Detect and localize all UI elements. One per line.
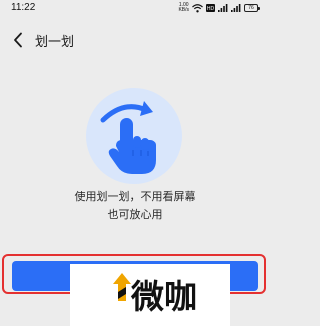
network-speed: 1.00 KB/s xyxy=(178,3,189,13)
signal-icon xyxy=(231,4,241,12)
description-line-2: 也可放心用 xyxy=(107,208,163,221)
watermark-logo-icon xyxy=(113,273,131,301)
battery-icon: 76 xyxy=(244,4,260,12)
header: 划一划 xyxy=(0,26,270,54)
chevron-left-icon xyxy=(14,32,22,48)
swipe-illustration xyxy=(86,88,182,184)
status-bar: 11:22 1.00 KB/s HD 76 xyxy=(0,0,270,18)
description-line-1: 使用划一划，不用看屏幕 xyxy=(74,190,196,203)
svg-text:HD: HD xyxy=(207,6,215,12)
watermark-text: 微咖 xyxy=(131,277,197,316)
back-button[interactable] xyxy=(9,29,27,51)
swipe-gesture-icon xyxy=(100,101,156,174)
signal-icon xyxy=(218,4,228,12)
page-title: 划一划 xyxy=(35,35,75,50)
network-speed-unit: KB/s xyxy=(178,7,189,13)
battery-level: 76 xyxy=(248,5,254,11)
hd-icon: HD xyxy=(206,4,215,12)
status-icons: 1.00 KB/s HD 76 xyxy=(178,3,260,13)
wifi-icon xyxy=(192,3,203,12)
status-time: 11:22 xyxy=(11,2,36,13)
